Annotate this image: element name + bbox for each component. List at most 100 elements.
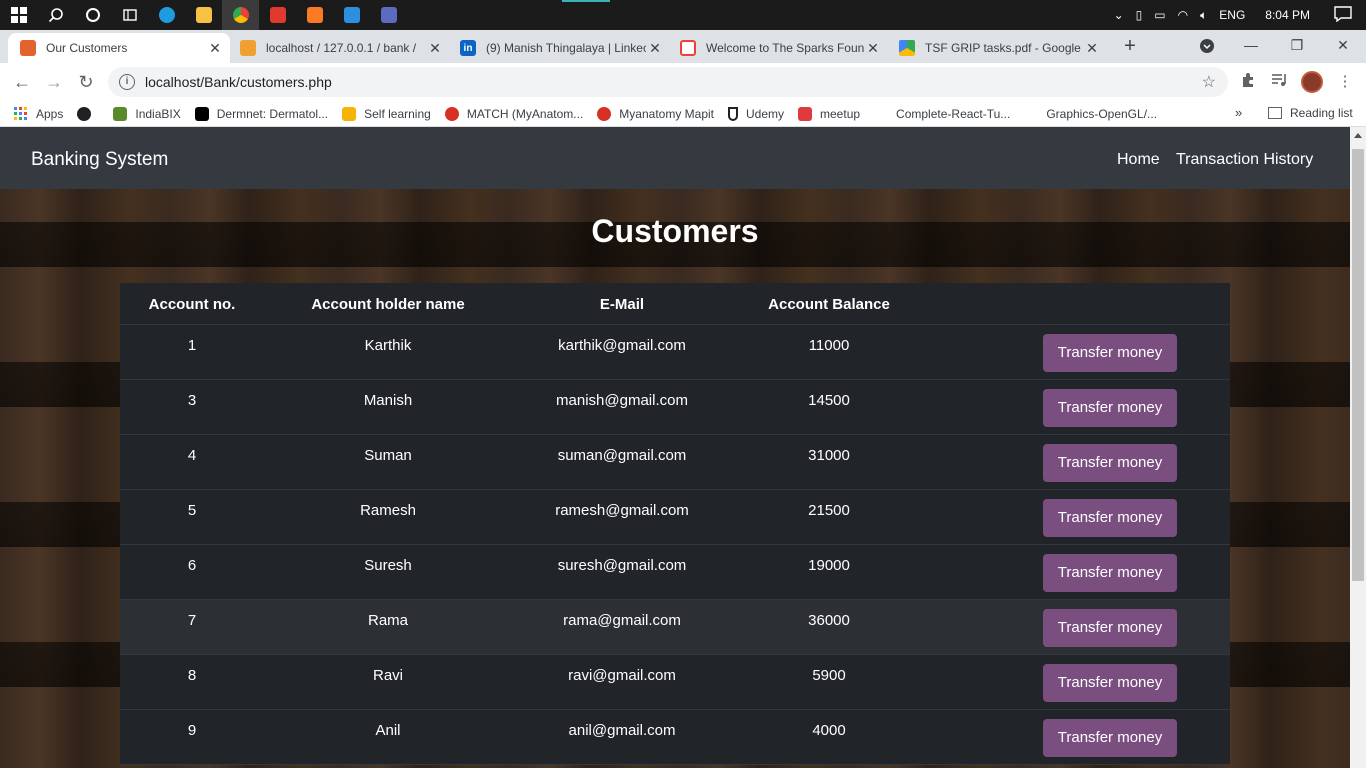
bookmark-dermnet[interactable]: Dermnet: Dermatol... [194, 106, 329, 121]
url-text[interactable]: localhost/Bank/customers.php [145, 74, 332, 90]
edge-icon[interactable] [148, 0, 185, 30]
transfer-money-button[interactable]: Transfer money [1043, 554, 1177, 592]
close-window-icon[interactable]: ✕ [1320, 30, 1366, 60]
bookmark-label: Udemy [746, 106, 785, 121]
more-bookmarks-chevron[interactable]: » [1235, 105, 1242, 120]
minimize-icon[interactable]: — [1228, 30, 1274, 60]
bookmark-indiabix[interactable]: IndiaBIX [113, 106, 181, 121]
bookmark-match[interactable]: MATCH (MyAnatom... [444, 106, 583, 121]
media-control-icon[interactable] [1268, 72, 1290, 94]
email-cell: ravi@gmail.com [568, 667, 676, 684]
meetup-icon [798, 106, 813, 121]
bookmark-label: Complete-React-Tu... [896, 106, 1011, 121]
battery-icon[interactable]: ▭ [1154, 8, 1165, 22]
column-header-account-holder-name: Account holder name [311, 296, 465, 313]
tab-gmail[interactable]: Welcome to The Sparks Foun ✕ [668, 33, 888, 63]
bookmark-label: Dermnet: Dermatol... [216, 106, 329, 121]
account-no-cell: 6 [187, 557, 197, 574]
notifications-icon[interactable] [1334, 5, 1352, 25]
udemy-icon [728, 106, 738, 121]
task-view-icon[interactable] [111, 0, 148, 30]
device-icon[interactable]: ▯ [1136, 8, 1143, 22]
bookmark-star-icon[interactable]: ☆ [1202, 72, 1216, 92]
bookmark-react-tutorial[interactable]: Complete-React-Tu... [874, 106, 1011, 121]
vscode-icon[interactable] [333, 0, 370, 30]
scroll-up-arrow-icon[interactable] [1354, 133, 1362, 138]
page-scrollbar[interactable] [1350, 127, 1366, 768]
tab-title: localhost / 127.0.0.1 / bank / [266, 41, 417, 55]
transfer-money-button[interactable]: Transfer money [1043, 664, 1177, 702]
page-title: Customers [591, 213, 759, 249]
address-bar[interactable]: i localhost/Bank/customers.php ☆ [108, 67, 1228, 97]
tab-google-drive[interactable]: TSF GRIP tasks.pdf - Google D ✕ [887, 33, 1107, 63]
new-tab-button[interactable]: + [1118, 34, 1142, 58]
scrollbar-thumb[interactable] [1352, 149, 1364, 581]
transfer-money-button[interactable]: Transfer money [1043, 444, 1177, 482]
account-holder-name-cell: Karthik [364, 337, 412, 354]
nav-link-transaction-history[interactable]: Transaction History [1176, 151, 1313, 169]
transfer-money-button[interactable]: Transfer money [1043, 389, 1177, 427]
forward-arrow-icon[interactable]: → [42, 70, 66, 94]
close-tab-icon[interactable]: ✕ [864, 40, 882, 57]
github-icon [1024, 106, 1039, 121]
bookmark-label: Self learning [364, 106, 431, 121]
back-arrow-icon[interactable]: ← [10, 70, 34, 94]
bookmark-label: meetup [820, 106, 861, 121]
xampp-icon[interactable] [296, 0, 333, 30]
cortana-icon[interactable] [74, 0, 111, 30]
account-no-cell: 8 [187, 667, 197, 684]
wps-office-icon[interactable] [259, 0, 296, 30]
bookmark-udemy[interactable]: Udemy [728, 106, 785, 121]
indiabix-icon [113, 106, 128, 121]
tab-phpmyadmin[interactable]: localhost / 127.0.0.1 / bank / ✕ [228, 33, 450, 63]
bookmark-self-learning[interactable]: Self learning [342, 106, 431, 121]
bookmark-myanatomy-mapit[interactable]: Myanatomy Mapit [597, 106, 714, 121]
volume-icon[interactable]: 🔈︎ [1200, 8, 1207, 23]
close-tab-icon[interactable]: ✕ [646, 40, 664, 57]
table-header: Account no. Account holder name E-Mail A… [120, 283, 1230, 325]
account-no-cell: 5 [187, 502, 197, 519]
wifi-icon[interactable]: ◠ [1178, 8, 1188, 22]
bookmark-meetup[interactable]: meetup [798, 106, 861, 121]
site-navbar: Banking System Home Transaction History [0, 127, 1350, 189]
account-holder-name-cell: Ramesh [360, 502, 416, 519]
chrome-icon[interactable] [222, 0, 259, 30]
bookmark-globe[interactable] [77, 106, 99, 121]
clock[interactable]: 8:04 PM [1265, 8, 1310, 22]
close-tab-icon[interactable]: ✕ [206, 40, 224, 57]
file-explorer-icon[interactable] [185, 0, 222, 30]
tab-linkedin[interactable]: in (9) Manish Thingalaya | Linkec ✕ [448, 33, 670, 63]
transfer-money-button[interactable]: Transfer money [1043, 719, 1177, 757]
close-tab-icon[interactable]: ✕ [426, 40, 444, 57]
account-no-cell: 9 [187, 722, 197, 739]
language-indicator[interactable]: ENG [1219, 8, 1245, 22]
email-cell: karthik@gmail.com [558, 337, 686, 354]
restore-icon[interactable]: ❐ [1274, 30, 1320, 60]
bookmark-label: Apps [36, 106, 64, 121]
nav-link-home[interactable]: Home [1117, 151, 1160, 169]
extensions-icon[interactable] [1237, 72, 1259, 94]
email-cell: rama@gmail.com [563, 612, 681, 629]
search-icon[interactable] [37, 0, 74, 30]
reading-list[interactable]: Reading list [1268, 106, 1353, 120]
menu-dots-icon[interactable]: ⋮ [1334, 72, 1356, 94]
windows-start-icon[interactable] [0, 0, 37, 30]
transfer-money-button[interactable]: Transfer money [1043, 499, 1177, 537]
profile-avatar[interactable] [1301, 71, 1323, 93]
close-tab-icon[interactable]: ✕ [1083, 40, 1101, 57]
account-balance-cell: 21500 [808, 502, 850, 519]
bookmark-apps[interactable]: Apps [14, 106, 64, 121]
tab-our-customers[interactable]: Our Customers ✕ [8, 33, 230, 63]
chevron-up-icon[interactable]: ⌄ [1114, 8, 1124, 22]
transfer-money-button[interactable]: Transfer money [1043, 609, 1177, 647]
transfer-money-button[interactable]: Transfer money [1043, 334, 1177, 372]
tab-search-icon[interactable] [1184, 30, 1230, 60]
site-info-icon[interactable]: i [119, 74, 135, 90]
linkedin-favicon-icon: in [460, 40, 476, 56]
bookmark-graphics-opengl[interactable]: Graphics-OpenGL/... [1024, 106, 1157, 121]
site-brand[interactable]: Banking System [31, 149, 168, 171]
reload-icon[interactable]: ↻ [74, 70, 98, 94]
google-drive-favicon-icon [899, 40, 915, 56]
app-icon[interactable] [370, 0, 407, 30]
table-row: 1 Karthik karthik@gmail.com 11000 Transf… [120, 325, 1230, 380]
